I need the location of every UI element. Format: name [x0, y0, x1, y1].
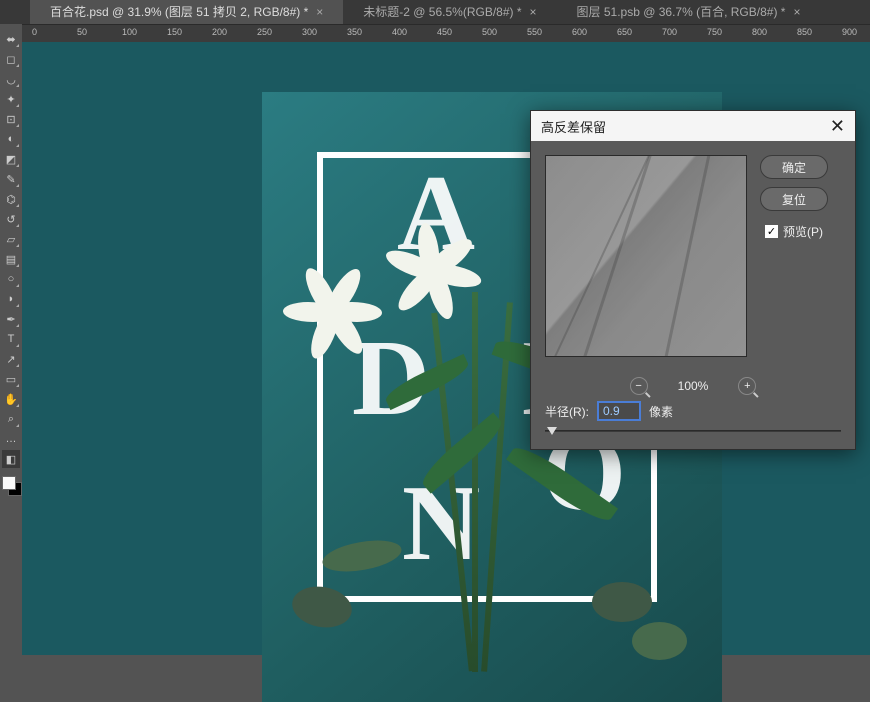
radius-input[interactable]	[597, 401, 641, 421]
edit-toolbar[interactable]: …	[2, 430, 20, 448]
dialog-title-bar[interactable]: 高反差保留 ✕	[531, 111, 855, 141]
document-tab-bar: 百合花.psd @ 31.9% (图层 51 拷贝 2, RGB/8#) * 未…	[0, 0, 870, 24]
preview-checkbox-label: 预览(P)	[783, 223, 823, 240]
brush-icon: ✎	[6, 173, 15, 186]
wand-icon: ✦	[6, 93, 15, 106]
path-icon: ↗	[6, 353, 15, 366]
heal-icon: ◩	[6, 153, 16, 166]
type-tool[interactable]: T	[2, 330, 20, 348]
artwork-leaf	[632, 622, 687, 660]
history-brush-tool[interactable]: ↺	[2, 210, 20, 228]
eyedropper-tool[interactable]: ◐	[2, 130, 20, 148]
tab-doc-3[interactable]: 图层 51.psb @ 36.7% (百合, RGB/8#) *	[557, 0, 821, 24]
ok-button[interactable]: 确定	[760, 155, 828, 179]
blur-icon: ○	[8, 273, 15, 285]
lasso-tool[interactable]: ◡	[2, 70, 20, 88]
filter-preview[interactable]	[545, 155, 747, 357]
crop-icon: ⊡	[6, 113, 15, 126]
history-icon: ↺	[6, 213, 15, 226]
hand-tool[interactable]: ✋	[2, 390, 20, 408]
tab-doc-2[interactable]: 未标题-2 @ 56.5%(RGB/8#) *	[343, 0, 556, 24]
tool-palette: ⬌ ◻ ◡ ✦ ⊡ ◐ ◩ ✎ ⌬ ↺ ▱ ▤ ○ ◗ ✒ T ↗ ▭ ✋ ⌕ …	[0, 24, 22, 655]
path-select-tool[interactable]: ↗	[2, 350, 20, 368]
foreground-color-swatch[interactable]	[2, 476, 16, 490]
marquee-icon: ◻	[6, 53, 15, 66]
eraser-tool[interactable]: ▱	[2, 230, 20, 248]
eyedropper-icon: ◐	[8, 133, 15, 145]
marquee-tool[interactable]: ◻	[2, 50, 20, 68]
reset-button[interactable]: 复位	[760, 187, 828, 211]
zoom-level: 100%	[678, 379, 709, 393]
horizontal-ruler: 0 50 100 150 200 250 300 350 400 450 500…	[22, 24, 870, 42]
preview-checkbox[interactable]: ✓	[765, 225, 778, 238]
eraser-icon: ▱	[7, 233, 15, 246]
crop-tool[interactable]: ⊡	[2, 110, 20, 128]
slider-thumb[interactable]	[547, 427, 557, 435]
blur-tool[interactable]: ○	[2, 270, 20, 288]
quick-mask-tool[interactable]: ◧	[2, 450, 20, 468]
wand-tool[interactable]: ✦	[2, 90, 20, 108]
lasso-icon: ◡	[6, 73, 16, 86]
quickmask-icon: ◧	[6, 453, 16, 466]
heal-tool[interactable]: ◩	[2, 150, 20, 168]
radius-unit: 像素	[649, 403, 673, 420]
move-tool[interactable]: ⬌	[2, 30, 20, 48]
artwork-leaf	[592, 582, 652, 622]
color-swatches[interactable]	[0, 476, 22, 504]
stamp-icon: ⌬	[6, 193, 16, 206]
zoom-in-button[interactable]: +	[738, 377, 756, 395]
shape-icon: ▭	[6, 373, 16, 386]
close-icon[interactable]: ✕	[830, 116, 845, 137]
zoom-icon: ⌕	[8, 413, 14, 426]
zoom-out-button[interactable]: −	[630, 377, 648, 395]
zoom-tool[interactable]: ⌕	[2, 410, 20, 428]
high-pass-dialog: 高反差保留 ✕ 确定 复位 ✓ 预览(P) − 100% + 半径(R): 像素	[530, 110, 856, 450]
pen-tool[interactable]: ✒	[2, 310, 20, 328]
artwork-stem	[472, 292, 478, 672]
radius-label: 半径(R):	[545, 403, 589, 420]
brush-tool[interactable]: ✎	[2, 170, 20, 188]
tab-doc-1[interactable]: 百合花.psd @ 31.9% (图层 51 拷贝 2, RGB/8#) *	[30, 0, 343, 24]
radius-slider[interactable]	[545, 427, 841, 435]
type-icon: T	[8, 333, 15, 345]
gradient-icon: ▤	[6, 253, 16, 266]
artwork-flower	[392, 212, 512, 332]
pen-icon: ✒	[6, 313, 15, 326]
dialog-title: 高反差保留	[541, 117, 606, 136]
move-icon: ⬌	[6, 33, 15, 46]
stamp-tool[interactable]: ⌬	[2, 190, 20, 208]
shape-tool[interactable]: ▭	[2, 370, 20, 388]
more-icon: …	[6, 433, 17, 445]
gradient-tool[interactable]: ▤	[2, 250, 20, 268]
dodge-tool[interactable]: ◗	[2, 290, 20, 308]
dodge-icon: ◗	[8, 293, 15, 305]
